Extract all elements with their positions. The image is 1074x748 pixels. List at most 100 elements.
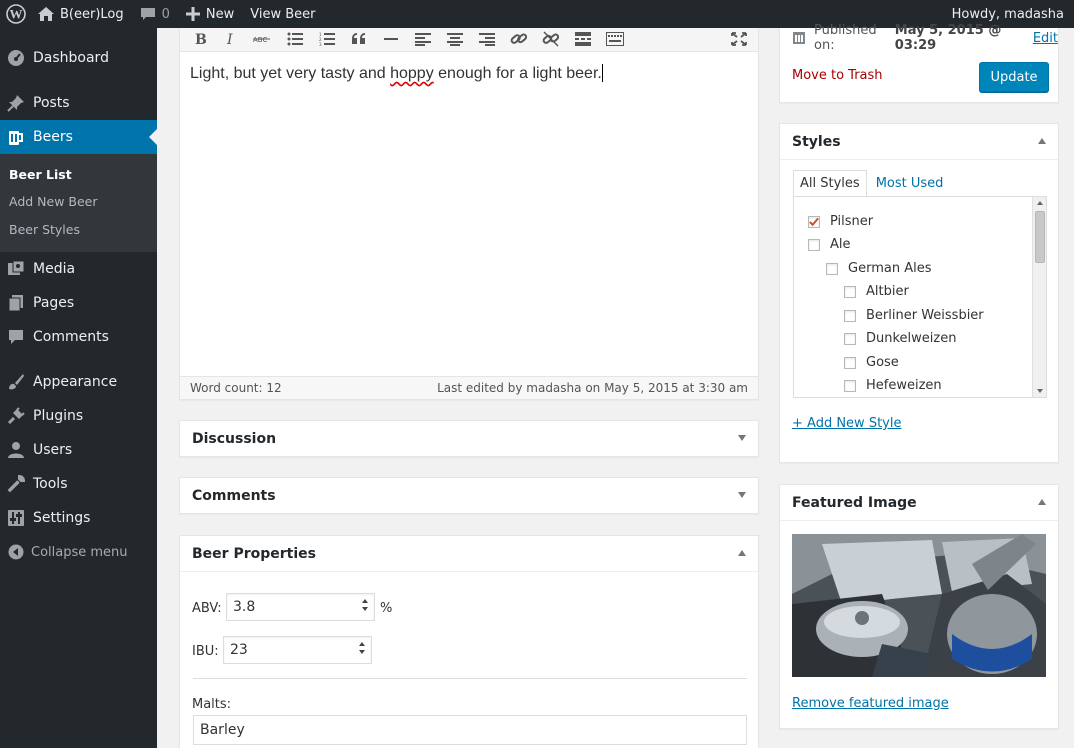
admin-sidebar: Dashboard Posts Beers Beer List Add New …: [0, 28, 157, 748]
strikethrough-icon[interactable]: ABC: [250, 28, 274, 50]
collapse-arrow-icon[interactable]: [1038, 138, 1046, 144]
comments-link[interactable]: 0: [132, 0, 178, 28]
remove-link-icon[interactable]: [539, 28, 563, 50]
edit-date-link[interactable]: Edit: [1033, 31, 1058, 46]
pages-icon: [6, 294, 26, 312]
tab-all-styles[interactable]: All Styles: [793, 170, 867, 197]
comment-bubble-icon: [140, 7, 156, 21]
ibu-label: IBU:: [192, 644, 219, 659]
term-pilsner[interactable]: Pilsner: [808, 214, 873, 229]
view-beer-link[interactable]: View Beer: [242, 0, 323, 28]
malts-value: Barley: [200, 722, 245, 738]
collapse-arrow-icon[interactable]: [1038, 499, 1046, 505]
align-center-icon[interactable]: [443, 28, 467, 50]
plug-icon: [6, 407, 26, 425]
collapse-arrow-icon[interactable]: [738, 550, 746, 556]
term-label: Ale: [830, 237, 851, 252]
italic-icon[interactable]: I: [219, 28, 243, 50]
expand-arrow-icon[interactable]: [738, 492, 746, 498]
styles-tabs: All Styles Most Used: [793, 170, 949, 197]
scroll-down-icon[interactable]: [1037, 389, 1043, 393]
numbered-list-icon[interactable]: 123: [315, 28, 339, 50]
menu-dashboard[interactable]: Dashboard: [0, 41, 157, 75]
beer-properties-box: Beer Properties ABV: 3.8 % IBU: 23 Malts…: [179, 535, 759, 748]
spinner-arrows-icon[interactable]: [359, 642, 365, 654]
collapse-menu-button[interactable]: Collapse menu: [0, 540, 128, 564]
menu-users[interactable]: Users: [0, 433, 157, 467]
spinner-arrows-icon[interactable]: [362, 599, 368, 611]
checkbox-checked-icon[interactable]: [808, 215, 820, 228]
menu-tools[interactable]: Tools: [0, 467, 157, 501]
menu-label: Users: [33, 442, 73, 458]
read-more-icon[interactable]: [571, 28, 595, 50]
collapse-label: Collapse menu: [31, 544, 128, 560]
styles-scrollbar[interactable]: [1032, 197, 1046, 397]
discussion-box[interactable]: Discussion: [179, 420, 759, 457]
move-to-trash-link[interactable]: Move to Trash: [792, 68, 883, 83]
abv-input[interactable]: 3.8: [226, 593, 375, 621]
term-gose[interactable]: Gose: [844, 355, 899, 370]
insert-link-icon[interactable]: [507, 28, 531, 50]
content-text-end: enough for a light beer.: [433, 65, 602, 82]
new-content-link[interactable]: New: [178, 0, 242, 28]
submenu-add-new-beer[interactable]: Add New Beer: [9, 194, 98, 209]
term-dunkelweizen[interactable]: Dunkelweizen: [844, 331, 956, 346]
scroll-thumb[interactable]: [1035, 211, 1045, 263]
featured-image-thumbnail[interactable]: [792, 534, 1046, 677]
abv-label: ABV:: [192, 601, 222, 616]
comment-icon: [6, 328, 26, 346]
checkbox-icon[interactable]: [844, 356, 856, 369]
misspelled-word: hoppy: [390, 65, 434, 82]
svg-text:3: 3: [319, 42, 322, 46]
site-name-link[interactable]: B(eer)Log: [30, 0, 132, 28]
blockquote-icon[interactable]: [347, 28, 371, 50]
add-new-style-link[interactable]: + Add New Style: [792, 416, 901, 431]
term-german-ales[interactable]: German Ales: [826, 261, 931, 276]
scroll-up-icon[interactable]: [1037, 201, 1043, 205]
menu-posts[interactable]: Posts: [0, 86, 157, 120]
comments-title: Comments: [192, 488, 276, 504]
fullscreen-icon[interactable]: [727, 28, 751, 50]
checkbox-icon[interactable]: [844, 379, 856, 392]
checkbox-icon[interactable]: [844, 285, 856, 298]
checkbox-icon[interactable]: [844, 309, 856, 322]
term-altbier[interactable]: Altbier: [844, 284, 909, 299]
align-left-icon[interactable]: [411, 28, 435, 50]
comments-box[interactable]: Comments: [179, 477, 759, 514]
horizontal-line-icon[interactable]: [379, 28, 403, 50]
remove-featured-image-link[interactable]: Remove featured image: [792, 696, 949, 711]
menu-settings[interactable]: Settings: [0, 501, 157, 535]
term-berliner-weissbier[interactable]: Berliner Weissbier: [844, 308, 984, 323]
toolbar-toggle-icon[interactable]: [603, 28, 627, 50]
menu-media[interactable]: Media: [0, 252, 157, 286]
menu-beers[interactable]: Beers: [0, 120, 157, 154]
menu-label: Comments: [33, 329, 109, 345]
abv-value: 3.8: [233, 599, 256, 615]
malts-input[interactable]: Barley: [193, 715, 747, 745]
wordpress-logo-icon[interactable]: W: [2, 0, 30, 28]
published-on: Published on: May 5, 2015 @ 03:29 Edit: [792, 23, 1058, 53]
submenu-beer-list[interactable]: Beer List: [9, 167, 72, 182]
checkbox-icon[interactable]: [826, 262, 838, 275]
menu-appearance[interactable]: Appearance: [0, 365, 157, 399]
styles-title: Styles: [780, 124, 1058, 160]
tab-most-used[interactable]: Most Used: [867, 170, 950, 197]
term-ale[interactable]: Ale: [808, 237, 851, 252]
update-button[interactable]: Update: [979, 62, 1049, 92]
align-right-icon[interactable]: [475, 28, 499, 50]
menu-comments[interactable]: Comments: [0, 320, 157, 354]
menu-label: Beers: [33, 129, 73, 145]
menu-pages[interactable]: Pages: [0, 286, 157, 320]
term-label: Pilsner: [830, 214, 874, 229]
checkbox-icon[interactable]: [808, 238, 820, 251]
editor-content[interactable]: Light, but yet very tasty and hoppy enou…: [190, 64, 603, 83]
ibu-input[interactable]: 23: [223, 636, 372, 664]
bullet-list-icon[interactable]: [283, 28, 307, 50]
expand-arrow-icon[interactable]: [738, 435, 746, 441]
menu-plugins[interactable]: Plugins: [0, 399, 157, 433]
submenu-beer-styles[interactable]: Beer Styles: [9, 222, 80, 237]
term-hefeweizen[interactable]: Hefeweizen: [844, 378, 942, 393]
menu-label: Dashboard: [33, 50, 109, 66]
checkbox-icon[interactable]: [844, 332, 856, 345]
bold-icon[interactable]: B: [188, 28, 212, 50]
